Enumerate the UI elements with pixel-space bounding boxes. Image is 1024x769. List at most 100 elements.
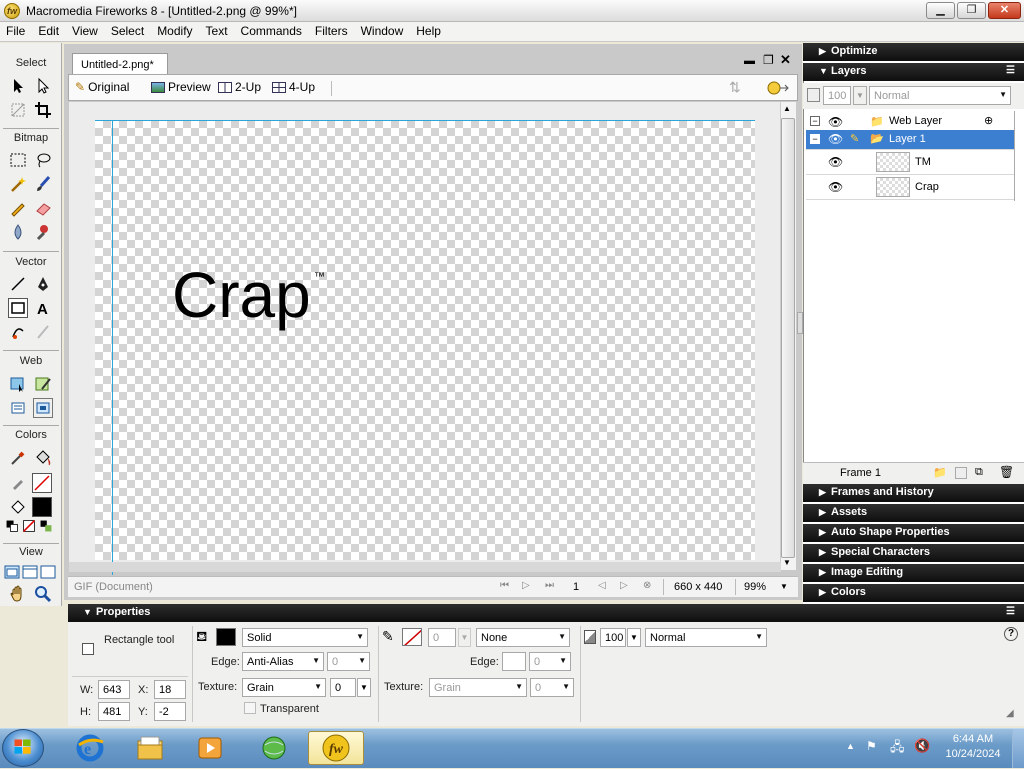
view-original-button[interactable]: ✎ Original: [75, 80, 129, 94]
menu-commands[interactable]: Commands: [235, 22, 309, 42]
menu-view[interactable]: View: [66, 22, 105, 42]
menu-edit[interactable]: Edit: [32, 22, 66, 42]
scroll-down-icon[interactable]: ▼: [783, 558, 791, 567]
start-button[interactable]: [2, 729, 44, 767]
opacity-field[interactable]: 100: [600, 628, 626, 647]
default-colors-icon[interactable]: [5, 519, 19, 533]
frame-label[interactable]: Frame 1: [840, 467, 881, 479]
subselect-tool-icon[interactable]: [33, 76, 53, 96]
media-player-icon[interactable]: [182, 731, 238, 765]
assets-panel-header[interactable]: ▶ Assets: [803, 504, 1024, 522]
width-field[interactable]: 643: [98, 680, 130, 699]
restore-button[interactable]: ❐: [957, 2, 986, 19]
texture-dropdown[interactable]: Grain: [242, 678, 326, 697]
show-slices-icon[interactable]: [33, 398, 53, 418]
image-editing-panel-header[interactable]: ▶ Image Editing: [803, 564, 1024, 582]
preview-in-browser-icon[interactable]: [766, 79, 790, 97]
edge-dropdown[interactable]: Anti-Alias: [242, 652, 324, 671]
document-canvas[interactable]: [95, 120, 755, 560]
blur-tool-icon[interactable]: [8, 222, 28, 242]
menu-window[interactable]: Window: [355, 22, 411, 42]
fireworks-taskbar-button[interactable]: fw: [308, 731, 364, 765]
doc-close-icon[interactable]: ✕: [780, 52, 791, 68]
view-4up-button[interactable]: 4-Up: [272, 80, 315, 94]
hand-tool-icon[interactable]: [8, 584, 28, 604]
stroke-color-pencil-icon[interactable]: [8, 473, 28, 493]
canvas-text-crap[interactable]: Crap: [172, 258, 311, 332]
view-2up-button[interactable]: 2-Up: [218, 80, 261, 94]
x-field[interactable]: 18: [154, 680, 186, 699]
layer-row-layer-1[interactable]: − 👁 ✎ 📂 Layer 1: [806, 130, 1015, 150]
texture-amount-field[interactable]: 0: [330, 678, 356, 697]
stroke-type-dropdown[interactable]: None: [476, 628, 570, 647]
first-frame-icon[interactable]: ⏮: [500, 580, 509, 591]
internet-explorer-icon[interactable]: e: [62, 731, 118, 765]
network-globe-icon[interactable]: [246, 731, 302, 765]
stroke-texture-dropdown[interactable]: Grain: [429, 678, 527, 697]
quick-export-icon[interactable]: ⇅: [729, 79, 749, 97]
last-frame-icon[interactable]: ⏭: [545, 580, 554, 591]
doc-restore-icon[interactable]: ❐: [763, 53, 774, 67]
stop-icon[interactable]: ⊗: [643, 580, 651, 591]
zoom-level[interactable]: 99%: [744, 581, 766, 593]
full-screen-mode-icon[interactable]: [39, 563, 57, 581]
stroke-edge-field[interactable]: [502, 652, 526, 671]
stroke-edge-softness[interactable]: 0: [529, 652, 571, 671]
zoom-tool-icon[interactable]: [33, 584, 53, 604]
network-tray-icon[interactable]: 🖧: [890, 738, 905, 760]
rubber-stamp-tool-icon[interactable]: [33, 222, 53, 242]
hotspot-tool-icon[interactable]: [8, 374, 28, 394]
texture-amount-dropdown-icon[interactable]: ▼: [357, 678, 371, 697]
special-characters-panel-header[interactable]: ▶ Special Characters: [803, 544, 1024, 562]
stroke-color-swatch[interactable]: [32, 473, 52, 493]
new-layer-icon[interactable]: ⧉: [975, 466, 983, 479]
frames-history-panel-header[interactable]: ▶ Frames and History: [803, 484, 1024, 502]
help-icon[interactable]: ?: [1004, 627, 1018, 641]
close-button[interactable]: ✕: [988, 2, 1021, 19]
line-tool-icon[interactable]: [8, 274, 28, 294]
stroke-size-field[interactable]: 0: [428, 628, 456, 647]
clock[interactable]: 6:44 AM 10/24/2024: [940, 733, 1006, 760]
eye-icon[interactable]: 👁: [828, 155, 843, 169]
eye-icon[interactable]: 👁: [828, 132, 843, 146]
optimize-panel-header[interactable]: ▶ Optimize: [803, 43, 1024, 61]
new-bitmap-icon[interactable]: [955, 467, 967, 479]
stroke-texture-amount[interactable]: 0: [530, 678, 574, 697]
scale-tool-icon[interactable]: [8, 100, 28, 120]
knife-tool-icon[interactable]: [33, 322, 53, 342]
freeform-tool-icon[interactable]: [8, 322, 28, 342]
minimize-button[interactable]: ▁: [926, 2, 955, 19]
show-hidden-icons[interactable]: ▲: [846, 741, 855, 751]
edge-feather-field[interactable]: 0: [327, 652, 370, 671]
blend-mode-dropdown[interactable]: Normal: [645, 628, 767, 647]
full-screen-menus-mode-icon[interactable]: [21, 563, 39, 581]
eraser-tool-icon[interactable]: [33, 198, 53, 218]
magic-wand-tool-icon[interactable]: [8, 174, 28, 194]
doc-minimize-icon[interactable]: ▬: [744, 55, 755, 67]
collapse-icon[interactable]: −: [810, 134, 820, 144]
auto-shape-properties-panel-header[interactable]: ▶ Auto Shape Properties: [803, 524, 1024, 542]
colors-panel-header[interactable]: ▶ Colors: [803, 584, 1024, 602]
crop-tool-icon[interactable]: [33, 100, 53, 120]
pencil-tool-icon[interactable]: [8, 198, 28, 218]
marquee-tool-icon[interactable]: [8, 150, 28, 170]
play-icon[interactable]: ▷: [522, 580, 530, 591]
collapse-icon[interactable]: −: [810, 116, 820, 126]
layer-row-tm[interactable]: 👁 TM: [806, 150, 1015, 175]
hide-slices-icon[interactable]: [8, 398, 28, 418]
show-desktop-button[interactable]: [1012, 729, 1024, 768]
eye-icon[interactable]: 👁: [828, 180, 843, 194]
slice-tool-icon[interactable]: [33, 374, 53, 394]
layer-row-crap[interactable]: 👁 Crap: [806, 175, 1015, 200]
opacity-dropdown-icon[interactable]: ▼: [627, 628, 641, 647]
transparent-checkbox[interactable]: [244, 702, 256, 714]
eye-icon[interactable]: 👁: [828, 115, 843, 129]
prev-frame-icon[interactable]: ◁: [598, 580, 606, 591]
rectangle-tool-icon[interactable]: [8, 298, 28, 318]
standard-screen-mode-icon[interactable]: [3, 563, 21, 581]
volume-muted-icon[interactable]: 🔇: [914, 738, 930, 754]
eyedropper-tool-icon[interactable]: [8, 448, 28, 468]
stroke-color-well[interactable]: [402, 628, 422, 646]
pointer-tool-icon[interactable]: [8, 76, 28, 96]
y-field[interactable]: -2: [154, 702, 186, 721]
